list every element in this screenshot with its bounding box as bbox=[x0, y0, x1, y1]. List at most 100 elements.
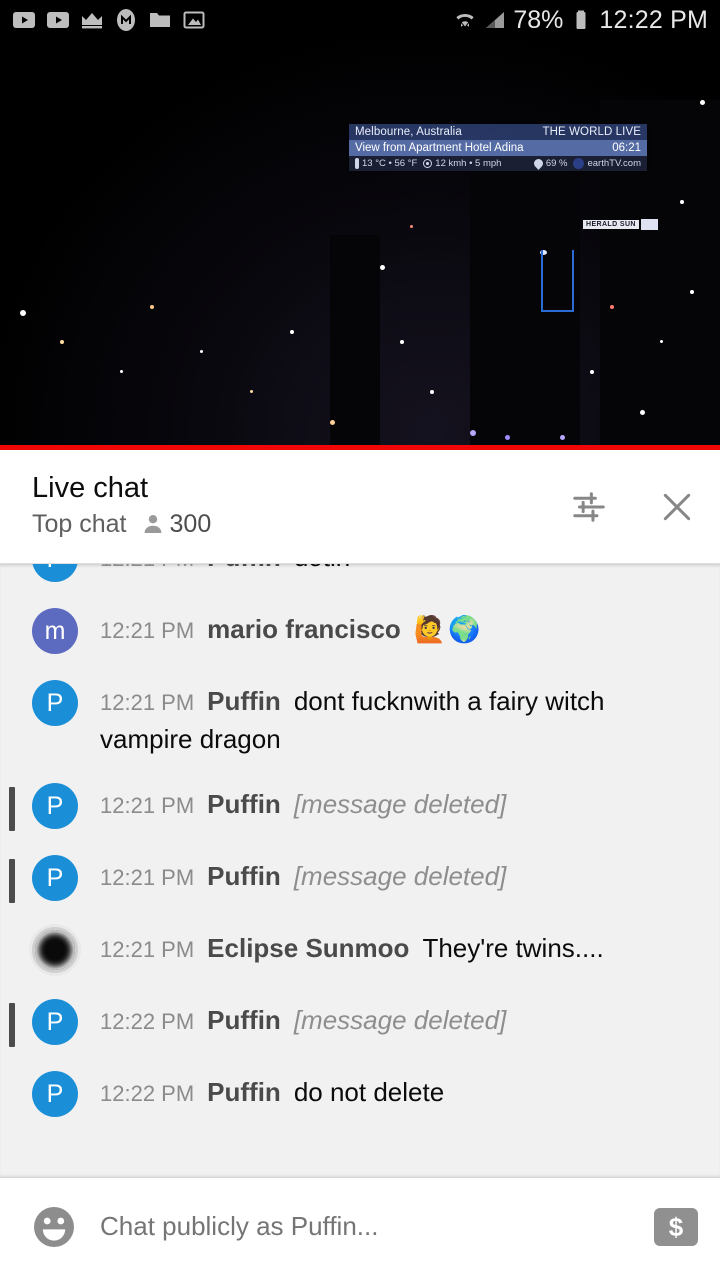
photo-icon bbox=[183, 11, 205, 29]
message-text: [message deleted] bbox=[293, 1005, 507, 1035]
message-time: 12:21 PM bbox=[100, 564, 194, 571]
building-silhouette bbox=[330, 235, 380, 450]
overlay-row-view: View from Apartment Hotel Adina 06:21 bbox=[349, 140, 647, 156]
message-time: 12:21 PM bbox=[100, 690, 195, 715]
chat-message-deleted[interactable]: P 12:21 PM Puffin [message deleted] bbox=[0, 771, 720, 843]
message-body: 12:21 PM Eclipse Sunmoo They're twins.... bbox=[100, 929, 700, 968]
message-author[interactable]: Puffin bbox=[207, 1005, 281, 1035]
chat-subtitle-row: Top chat 300 bbox=[32, 511, 211, 537]
message-text: They're twins.... bbox=[422, 933, 604, 963]
viewer-count-group: 300 bbox=[141, 509, 212, 538]
wind-icon bbox=[423, 159, 433, 168]
battery-percent: 78% bbox=[513, 5, 564, 34]
message-time: 12:21 PM bbox=[100, 618, 195, 643]
chat-message-deleted[interactable]: P 12:22 PM Puffin [message deleted] bbox=[0, 987, 720, 1059]
message-text: [message deleted] bbox=[293, 861, 507, 891]
avatar[interactable]: P bbox=[32, 855, 78, 901]
message-body: 12:21 PM Puffin [message deleted] bbox=[100, 785, 700, 824]
message-time: 12:21 PM bbox=[100, 937, 195, 962]
overlay-view-label: View from Apartment Hotel Adina bbox=[355, 142, 524, 154]
overlay-location: Melbourne, Australia bbox=[355, 126, 462, 138]
overlay-wind: 12 kmh • 5 mph bbox=[435, 158, 502, 169]
humidity-drop-icon bbox=[531, 157, 545, 170]
message-author[interactable]: Puffin bbox=[207, 686, 281, 716]
message-time: 12:21 PM bbox=[100, 793, 195, 818]
avatar[interactable]: P bbox=[32, 783, 78, 829]
message-author[interactable]: Puffin bbox=[207, 861, 281, 891]
overlay-brand: THE WORLD LIVE bbox=[542, 126, 641, 138]
chat-mode-label[interactable]: Top chat bbox=[32, 511, 127, 537]
tune-icon bbox=[573, 492, 605, 522]
battery-icon bbox=[576, 10, 586, 29]
status-clock: 12:22 PM bbox=[599, 5, 708, 34]
avatar[interactable]: P bbox=[32, 1071, 78, 1117]
status-bar: 78% 12:22 PM bbox=[0, 0, 720, 40]
video-player[interactable]: HERALD SUN Melbourne, Australia THE WORL… bbox=[0, 40, 720, 450]
close-icon bbox=[663, 493, 691, 521]
overlay-row-location: Melbourne, Australia THE WORLD LIVE bbox=[349, 124, 647, 140]
youtube-icon bbox=[47, 12, 69, 28]
overlay-row-weather: 13 °C • 56 °F 12 kmh • 5 mph 69 % earthT… bbox=[349, 156, 647, 171]
chat-message[interactable]: P 12:21 PM Puffin dont fucknwith a fairy w… bbox=[0, 668, 720, 771]
herald-sun-billboard: HERALD SUN bbox=[583, 220, 639, 229]
avatar[interactable]: P bbox=[32, 999, 78, 1045]
viewer-count: 300 bbox=[169, 509, 212, 538]
notification-icons bbox=[12, 8, 206, 32]
m-badge-icon bbox=[117, 9, 135, 31]
message-author[interactable]: Eclipse Sunmoo bbox=[207, 933, 409, 963]
message-text: [message deleted] bbox=[293, 789, 507, 819]
message-time: 12:22 PM bbox=[100, 1009, 195, 1034]
overlay-humidity: 69 % bbox=[545, 158, 568, 169]
avatar[interactable]: P bbox=[32, 564, 78, 582]
message-text: dotin bbox=[294, 564, 350, 572]
overlay-site: earthTV.com bbox=[587, 158, 641, 169]
message-author[interactable]: Puffin bbox=[207, 564, 281, 572]
super-chat-button[interactable]: $ bbox=[654, 1207, 698, 1246]
overlay-local-time: 06:21 bbox=[612, 142, 641, 154]
emoji-picker-button[interactable] bbox=[30, 1203, 78, 1251]
chat-title-group: Live chat Top chat 300 bbox=[32, 474, 211, 537]
chat-input[interactable] bbox=[100, 1211, 654, 1242]
message-body: 12:21 PM mario francisco 🙋🌍 bbox=[100, 610, 700, 649]
chat-message[interactable]: P 12:22 PM Puffin do not delete bbox=[0, 1059, 720, 1131]
earthtv-logo-icon bbox=[573, 158, 585, 169]
emoji-smiley-icon bbox=[34, 1206, 74, 1247]
super-chat-dollar-icon: $ bbox=[668, 1211, 684, 1242]
chat-header-actions bbox=[568, 474, 698, 528]
chat-filter-button[interactable] bbox=[568, 486, 610, 528]
message-author[interactable]: mario francisco bbox=[207, 614, 401, 644]
live-chat-header: Live chat Top chat 300 bbox=[0, 450, 720, 563]
chat-message-list[interactable]: P 12:21 PM Puffin dotin m 12:21 PM mario fr… bbox=[0, 563, 720, 1178]
person-icon bbox=[144, 515, 161, 533]
message-author[interactable]: Puffin bbox=[207, 1077, 281, 1107]
chat-message[interactable]: P 12:21 PM Puffin dotin bbox=[0, 564, 720, 596]
thermometer-icon bbox=[355, 158, 359, 169]
cell-signal-icon bbox=[486, 12, 505, 28]
close-chat-button[interactable] bbox=[656, 486, 698, 528]
avatar[interactable] bbox=[32, 927, 78, 973]
message-time: 12:21 PM bbox=[100, 865, 195, 890]
chat-input-bar: $ bbox=[0, 1178, 720, 1275]
crown-icon bbox=[82, 13, 102, 29]
message-author[interactable]: Puffin bbox=[207, 789, 281, 819]
earthtv-overlay: Melbourne, Australia THE WORLD LIVE View… bbox=[349, 124, 647, 171]
chat-message-deleted[interactable]: P 12:21 PM Puffin [message deleted] bbox=[0, 843, 720, 915]
page-title: Live chat bbox=[32, 472, 149, 504]
message-body: 12:21 PM Puffin dont fucknwith a fairy wit… bbox=[100, 682, 700, 757]
folder-icon bbox=[150, 13, 170, 27]
message-emoji: 🙋🌍 bbox=[413, 614, 483, 644]
chat-message[interactable]: m 12:21 PM mario francisco 🙋🌍 bbox=[0, 596, 720, 668]
message-text: do not delete bbox=[293, 1077, 445, 1107]
message-body: 12:21 PM Puffin [message deleted] bbox=[100, 857, 700, 896]
chat-message[interactable]: 12:21 PM Eclipse Sunmoo They're twins.... bbox=[0, 915, 720, 987]
youtube-icon bbox=[13, 12, 35, 28]
overlay-temperature: 13 °C • 56 °F bbox=[362, 158, 418, 169]
billboard-panel bbox=[641, 219, 658, 230]
message-body: 12:22 PM Puffin do not delete bbox=[100, 1073, 700, 1112]
avatar[interactable]: P bbox=[32, 680, 78, 726]
message-body: 12:21 PM Puffin dotin bbox=[100, 564, 700, 577]
message-body: 12:22 PM Puffin [message deleted] bbox=[100, 1001, 700, 1040]
wifi-icon bbox=[456, 13, 474, 27]
message-time: 12:22 PM bbox=[100, 1081, 195, 1106]
avatar[interactable]: m bbox=[32, 608, 78, 654]
